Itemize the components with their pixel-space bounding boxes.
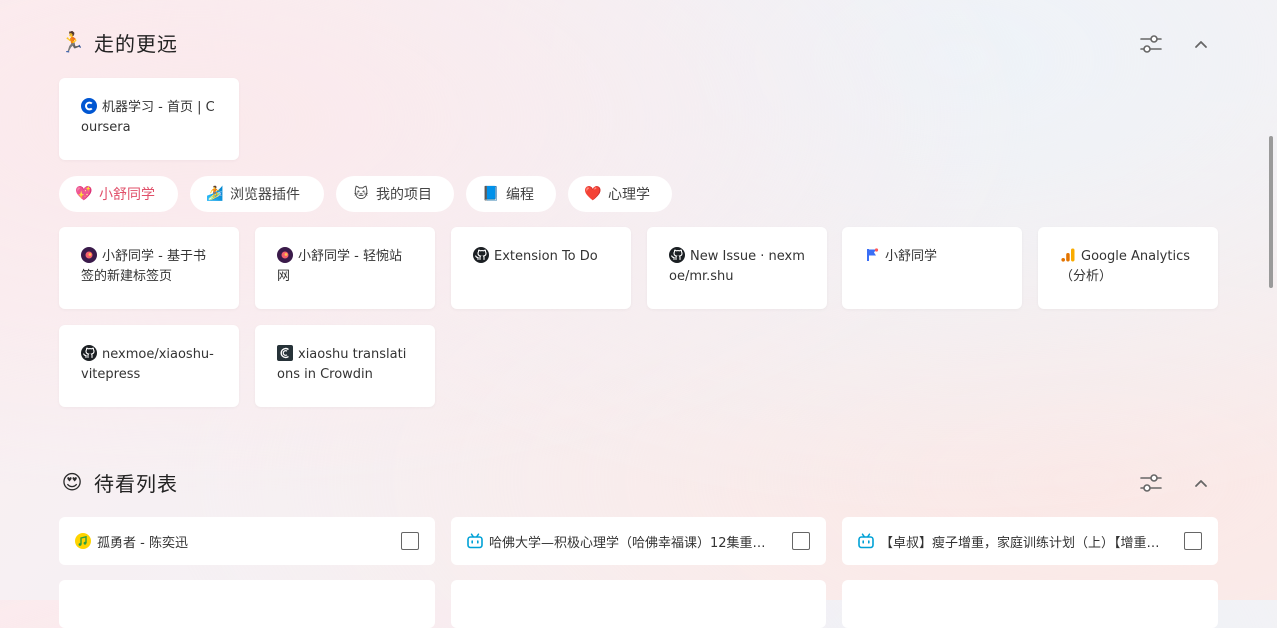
scrollbar-thumb[interactable] [1269, 136, 1273, 288]
bookmark-title: New Issue · nexmoe/mr.shu [669, 249, 805, 284]
tag-pill-browser-extensions[interactable]: 🏄 浏览器插件 [190, 176, 324, 212]
bookmark-card[interactable]: Google Analytics（分析） [1038, 227, 1218, 309]
surfer-icon: 🏄 [206, 186, 224, 202]
music-icon [75, 533, 91, 549]
section-tools [1139, 24, 1213, 64]
bookmark-title: nexmoe/xiaoshu-vitepress [81, 347, 214, 382]
tag-pill-my-projects[interactable]: 🐱 我的项目 [336, 176, 454, 212]
watch-list-item[interactable] [842, 580, 1218, 628]
tag-pill-xiaoshu[interactable]: 💖 小舒同学 [59, 176, 178, 212]
watched-checkbox[interactable] [1184, 532, 1202, 550]
tag-label: 编程 [506, 187, 534, 203]
watch-list-item[interactable]: 孤勇者 - 陈奕迅 [59, 517, 435, 565]
pinned-bookmark-card[interactable]: 机器学习 - 首页 | Coursera [59, 78, 239, 160]
github-icon [81, 345, 97, 361]
watch-item-title: 孤勇者 - 陈奕迅 [97, 535, 188, 551]
tag-pill-psychology[interactable]: ❤️ 心理学 [568, 176, 672, 212]
tag-label: 我的项目 [376, 187, 432, 203]
bilibili-icon [467, 533, 483, 549]
settings-sliders-icon[interactable] [1139, 32, 1163, 56]
coursera-icon [81, 98, 97, 114]
bookmark-title: 小舒同学 - 基于书签的新建标签页 [81, 249, 206, 284]
book-icon: 📘 [482, 186, 500, 202]
github-icon [669, 247, 685, 263]
bookmark-title: xiaoshu translations in Crowdin [277, 347, 407, 382]
tag-pill-programming[interactable]: 📘 编程 [466, 176, 556, 212]
settings-sliders-icon[interactable] [1139, 471, 1163, 495]
tag-label: 心理学 [608, 187, 650, 203]
flag-icon [864, 247, 880, 263]
bookmark-title: Google Analytics（分析） [1060, 249, 1191, 284]
heart-sparkle-icon: 💖 [75, 186, 93, 202]
bookmark-title: 小舒同学 - 轻惋站网 [277, 249, 402, 284]
bookmark-card[interactable]: nexmoe/xiaoshu-vitepress [59, 325, 239, 407]
watch-list-item[interactable] [59, 580, 435, 628]
heart-icon: ❤️ [584, 186, 602, 202]
crowdin-icon [277, 345, 293, 361]
bookmark-title: Extension To Do [494, 249, 598, 264]
section-emoji: 😍 [61, 470, 83, 494]
collapse-chevron-up-icon[interactable] [1189, 471, 1213, 495]
bookmark-card[interactable]: New Issue · nexmoe/mr.shu [647, 227, 827, 309]
bookmark-card[interactable]: Extension To Do [451, 227, 631, 309]
watch-list-item[interactable] [451, 580, 826, 628]
watch-item-title: 哈佛大学—积极心理学（哈佛幸福课）12集重编版_哔哩哔哩 [489, 535, 772, 551]
section-title: 待看列表 [94, 471, 178, 496]
analytics-icon [1060, 247, 1076, 263]
bookmark-card[interactable]: 小舒同学 - 轻惋站网 [255, 227, 435, 309]
watch-list-item[interactable]: 哈佛大学—积极心理学（哈佛幸福课）12集重编版_哔哩哔哩 [451, 517, 826, 565]
bilibili-icon [858, 533, 874, 549]
section-header-watch-list: 😍 待看列表 [60, 462, 178, 502]
bookmark-title: 小舒同学 [885, 249, 938, 264]
tag-label: 浏览器插件 [230, 187, 300, 203]
collapse-chevron-up-icon[interactable] [1189, 32, 1213, 56]
bookmark-card[interactable]: xiaoshu translations in Crowdin [255, 325, 435, 407]
tag-label: 小舒同学 [99, 187, 155, 203]
section-header-going-further: 🏃 走的更远 [60, 22, 178, 62]
section-title: 走的更远 [94, 31, 178, 56]
bookmark-card[interactable]: 小舒同学 [842, 227, 1022, 309]
watch-list-item[interactable]: 【卓叔】瘦子增重，家庭训练计划（上）【增重科普】_哔哩哔哩 [842, 517, 1218, 565]
cat-icon: 🐱 [353, 186, 369, 202]
watch-item-title: 【卓叔】瘦子增重，家庭训练计划（上）【增重科普】_哔哩哔哩 [880, 535, 1164, 551]
github-icon [473, 247, 489, 263]
section-emoji: 🏃 [60, 30, 85, 54]
watched-checkbox[interactable] [401, 532, 419, 550]
xiaoshu-icon [277, 247, 293, 263]
section-tools [1139, 463, 1213, 503]
bookmark-title: 机器学习 - 首页 | Coursera [81, 100, 215, 135]
bookmark-card[interactable]: 小舒同学 - 基于书签的新建标签页 [59, 227, 239, 309]
xiaoshu-icon [81, 247, 97, 263]
watched-checkbox[interactable] [792, 532, 810, 550]
